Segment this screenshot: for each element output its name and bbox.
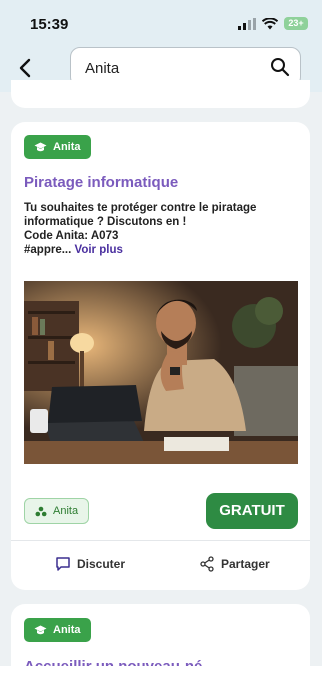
status-icons: 23+ [238,17,308,30]
course-image-illustration [24,281,298,464]
description-line: informatique ? Discutons en ! [24,216,187,228]
graduation-cap-icon [34,142,47,151]
status-time: 15:39 [30,16,69,33]
course-card[interactable]: Anita Piratage informatique Tu souhaites… [11,122,310,590]
card-divider [11,540,310,541]
bottom-fade [0,666,322,696]
status-bar: 15:39 23+ [0,0,322,46]
share-label: Partager [221,557,270,571]
discuss-button[interactable]: Discuter [55,556,125,572]
owner-chip-label: Anita [53,505,79,517]
search-icon[interactable] [270,57,290,77]
graduation-cap-icon [34,625,47,634]
description-last-line: #appre... Voir plus [24,243,294,257]
signal-icon [238,17,256,30]
battery-indicator: 23+ [284,17,308,30]
card-description: Tu souhaites te protéger contre le pirat… [24,201,294,257]
description-line: Tu souhaites te protéger contre le pirat… [24,202,257,214]
share-button[interactable]: Partager [199,556,270,572]
owner-chip[interactable]: Anita [24,498,90,524]
wifi-icon [262,17,278,29]
author-badge-label: Anita [53,624,81,636]
author-badge: Anita [24,618,91,642]
card-title[interactable]: Piratage informatique [24,174,178,191]
share-icon [200,556,214,572]
course-image[interactable] [24,281,298,464]
price-button[interactable]: GRATUIT [206,493,298,529]
chat-bubble-icon [56,557,70,571]
search-input[interactable] [85,58,255,78]
author-badge-label: Anita [53,141,81,153]
description-line: Code Anita: A073 [24,230,119,242]
description-line: #appre... [24,244,72,256]
author-badge: Anita [24,135,91,159]
previous-card [11,80,310,108]
group-icon [35,506,47,516]
back-arrow-icon[interactable] [14,56,38,80]
discuss-label: Discuter [77,557,126,571]
see-more-link[interactable]: Voir plus [75,244,123,256]
